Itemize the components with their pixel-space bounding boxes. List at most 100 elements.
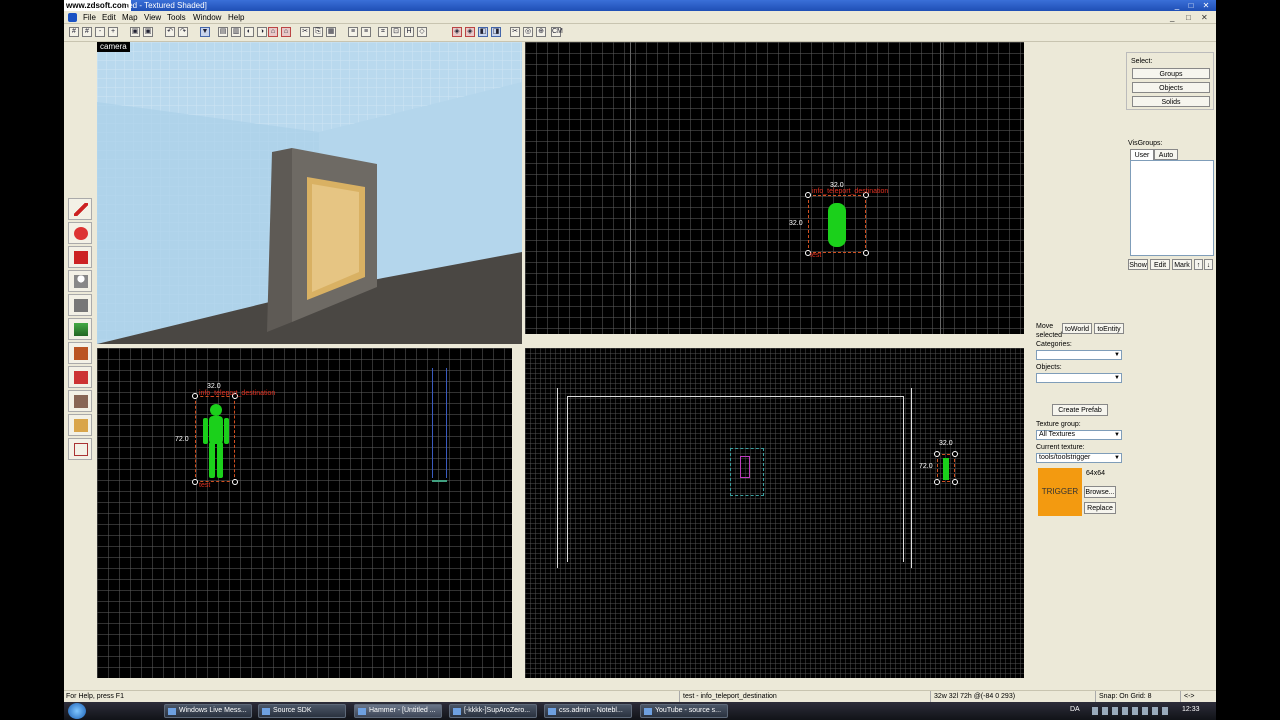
run-map-icon[interactable]: ◎ [523, 27, 533, 37]
to-entity-button[interactable]: toEntity [1094, 323, 1124, 334]
select-frame-icon[interactable]: ⌗ [378, 27, 388, 37]
show-all-icon[interactable]: ◑ [257, 27, 267, 37]
browse-button[interactable]: Browse... [1084, 486, 1116, 498]
texture-lock-icon[interactable]: ⌂ [268, 27, 278, 37]
mdi-restore-button[interactable]: □ [1186, 13, 1191, 22]
front-viewport-hscroll[interactable] [97, 678, 512, 688]
cut-icon[interactable]: ✂ [300, 27, 310, 37]
front-viewport-vscroll[interactable] [512, 348, 522, 678]
resize-handle[interactable] [934, 479, 940, 485]
mdi-close-button[interactable]: ✕ [1201, 13, 1208, 22]
visgroup-tab-user[interactable]: User [1130, 149, 1154, 160]
cordon-icon[interactable]: ✂ [510, 27, 520, 37]
tool-vertex-manipulation[interactable] [68, 438, 92, 460]
select-solids-button[interactable]: Solids [1132, 96, 1210, 107]
resize-handle[interactable] [863, 250, 869, 256]
visgroup-show-button[interactable]: Show [1128, 259, 1148, 270]
paste-icon[interactable]: ▦ [326, 27, 336, 37]
group-icon[interactable]: ▤ [218, 27, 228, 37]
replace-button[interactable]: Replace [1084, 502, 1116, 514]
grid-smaller-icon[interactable]: - [95, 27, 105, 37]
grid-3d-icon[interactable]: # [82, 27, 92, 37]
mdi-minimize-button[interactable]: _ [1170, 13, 1174, 22]
flip-vertical-icon[interactable]: ◈ [465, 27, 475, 37]
top-viewport-hscroll[interactable] [525, 334, 1024, 342]
toggle-autoselect-icon[interactable]: ≡ [348, 27, 358, 37]
menu-edit[interactable]: Edit [102, 11, 116, 24]
visgroup-tab-auto[interactable]: Auto [1154, 149, 1178, 160]
undo-icon[interactable]: ↶ [165, 27, 175, 37]
tool-clipping[interactable] [68, 414, 92, 436]
menu-window[interactable]: Window [193, 11, 221, 24]
grid-toggle-icon[interactable]: # [69, 27, 79, 37]
menu-help[interactable]: Help [228, 11, 244, 24]
instance-icon[interactable]: ⊕ [536, 27, 546, 37]
tool-camera[interactable] [68, 246, 92, 268]
language-indicator[interactable]: DA [1070, 706, 1080, 713]
texture-scale-lock-icon[interactable]: ⌂ [281, 27, 291, 37]
resize-handle[interactable] [805, 192, 811, 198]
hollow-icon[interactable]: H [404, 27, 414, 37]
resize-handle[interactable] [952, 479, 958, 485]
hide-selection-icon[interactable]: ◐ [244, 27, 254, 37]
texture-group-select[interactable]: All Textures ▼ [1036, 430, 1122, 440]
tool-entity[interactable] [68, 270, 92, 292]
menu-map[interactable]: Map [122, 11, 138, 24]
taskbar-item-active[interactable]: Hammer - [Untitled ... [354, 704, 442, 718]
grid-larger-icon[interactable]: + [108, 27, 118, 37]
load-window-state-icon[interactable]: ▣ [130, 27, 140, 37]
start-button[interactable] [68, 703, 86, 719]
texture-preview[interactable]: TRIGGER [1038, 468, 1082, 516]
taskbar-item[interactable]: css.admin - Notebl... [544, 704, 632, 718]
align-icon[interactable]: ◧ [478, 27, 488, 37]
select-groups-button[interactable]: Groups [1132, 68, 1210, 79]
tool-block[interactable] [68, 294, 92, 316]
side-2d-viewport[interactable]: 32.0 72.0 [525, 348, 1024, 678]
current-texture-select[interactable]: tools/toolstrigger ▼ [1036, 453, 1122, 463]
taskbar-item[interactable]: Source SDK [258, 704, 346, 718]
camera-viewport[interactable]: camera [97, 42, 522, 344]
cm-toggle-icon[interactable]: CM [551, 27, 563, 37]
tool-selection[interactable] [68, 198, 92, 220]
to-world-button[interactable]: toWorld [1062, 323, 1092, 334]
redo-icon[interactable]: ↷ [178, 27, 188, 37]
save-window-state-icon[interactable]: ▣ [143, 27, 153, 37]
texture-application-icon[interactable]: ◨ [491, 27, 501, 37]
select-objects-button[interactable]: Objects [1132, 82, 1210, 93]
copy-icon[interactable]: ⎘ [313, 27, 323, 37]
tool-overlays[interactable] [68, 390, 92, 412]
close-button[interactable]: ✕ [1201, 1, 1211, 10]
front-2d-viewport[interactable]: info_teleport_destination 32.0 72.0 test [97, 348, 512, 678]
menu-view[interactable]: View [144, 11, 161, 24]
visgroup-up-button[interactable]: ↑ [1194, 259, 1203, 270]
tray-icons[interactable] [1092, 707, 1172, 715]
flip-horizontal-icon[interactable]: ◈ [452, 27, 462, 37]
maximize-button[interactable]: □ [1186, 1, 1196, 10]
minimize-button[interactable]: _ [1172, 1, 1182, 10]
visgroup-mark-button[interactable]: Mark [1172, 259, 1192, 270]
tool-magnify[interactable] [68, 222, 92, 244]
menu-tools[interactable]: Tools [167, 11, 186, 24]
visgroup-edit-button[interactable]: Edit [1150, 259, 1170, 270]
ungroup-icon[interactable]: ▥ [231, 27, 241, 37]
menu-file[interactable]: File [83, 11, 96, 24]
objects-select[interactable]: ▼ [1036, 373, 1122, 383]
carve-icon[interactable]: ▼ [200, 27, 210, 37]
taskbar-item[interactable]: Windows Live Mess... [164, 704, 252, 718]
tool-apply-current-texture[interactable] [68, 342, 92, 364]
toggle-helpers-icon[interactable]: ≡ [361, 27, 371, 37]
resize-handle[interactable] [192, 393, 198, 399]
resize-handle[interactable] [934, 451, 940, 457]
top-2d-viewport[interactable]: info_teleport_destination 32.0 32.0 test [525, 42, 1024, 334]
resize-handle[interactable] [192, 479, 198, 485]
visgroup-list[interactable] [1130, 160, 1214, 256]
visgroup-down-button[interactable]: ↓ [1204, 259, 1213, 270]
resize-handle[interactable] [232, 479, 238, 485]
vertex-manipulation-icon[interactable]: ◇ [417, 27, 427, 37]
taskbar-item[interactable]: [-kkkk-]SupAroZero... [449, 704, 537, 718]
categories-select[interactable]: ▼ [1036, 350, 1122, 360]
zoom-selection-icon[interactable]: ⊡ [391, 27, 401, 37]
tool-decals[interactable] [68, 366, 92, 388]
taskbar-item[interactable]: YouTube - source s... [640, 704, 728, 718]
create-prefab-button[interactable]: Create Prefab [1052, 404, 1108, 416]
